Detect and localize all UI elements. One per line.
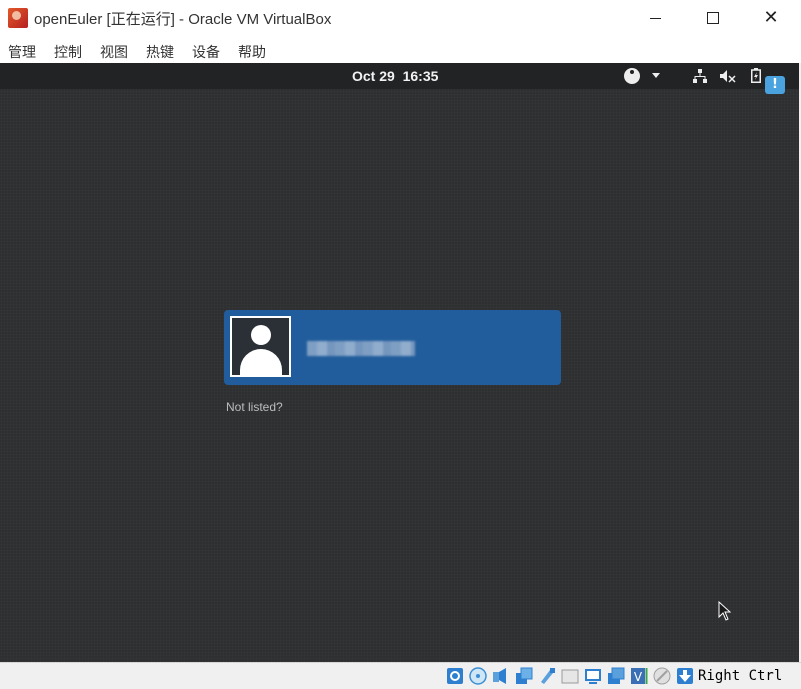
keyboard-capture-icon[interactable]	[676, 667, 694, 685]
virtualbox-icon	[8, 8, 28, 28]
shared-folder-icon[interactable]	[561, 667, 579, 685]
menu-hotkeys[interactable]: 热键	[146, 42, 174, 62]
battery-icon[interactable]	[751, 68, 761, 83]
mouse-pointer-icon	[718, 601, 731, 621]
network-icon[interactable]	[693, 69, 707, 83]
not-listed-link[interactable]: Not listed?	[226, 400, 283, 414]
close-icon: ✕	[763, 7, 779, 28]
maximize-icon	[707, 12, 719, 24]
status-bar: V Right Ctrl	[0, 662, 801, 689]
window-title-bar: openEuler [正在运行] - Oracle VM VirtualBox …	[0, 0, 801, 36]
accessibility-icon[interactable]	[624, 68, 640, 84]
host-key-label[interactable]: Right Ctrl	[698, 668, 782, 684]
gnome-top-bar: Oct 29 16:35	[0, 63, 799, 89]
video-capture-icon[interactable]	[607, 667, 625, 685]
maximize-button[interactable]	[684, 0, 742, 36]
minimize-icon	[649, 17, 661, 19]
optical-disk-icon[interactable]	[469, 667, 487, 685]
volume-muted-icon[interactable]	[720, 69, 736, 83]
guest-screen[interactable]: Oct 29 16:35 ! Not listed?	[0, 63, 799, 662]
user-avatar-icon	[230, 316, 291, 377]
display-icon[interactable]	[584, 667, 602, 685]
date-time-display[interactable]: Oct 29 16:35	[352, 68, 438, 84]
close-button[interactable]: ✕	[742, 0, 800, 36]
menu-help[interactable]: 帮助	[238, 42, 266, 62]
menu-control[interactable]: 控制	[54, 42, 82, 62]
avatar-head	[251, 325, 271, 345]
menu-devices[interactable]: 设备	[192, 42, 220, 62]
virtualization-icon[interactable]: V	[630, 667, 648, 685]
hard-disk-icon[interactable]	[446, 667, 464, 685]
minimize-button[interactable]	[626, 0, 684, 36]
chevron-down-icon[interactable]	[652, 73, 660, 78]
mouse-integration-icon[interactable]	[653, 667, 671, 685]
menu-bar: 管理 控制 视图 热键 设备 帮助	[0, 36, 801, 63]
user-list-item[interactable]	[224, 310, 561, 385]
menu-machine[interactable]: 管理	[8, 42, 36, 62]
menu-view[interactable]: 视图	[100, 42, 128, 62]
svg-text:V: V	[634, 670, 643, 684]
window-title: openEuler [正在运行] - Oracle VM VirtualBox	[34, 11, 332, 28]
avatar-body	[240, 349, 282, 375]
audio-icon[interactable]	[492, 667, 510, 685]
usb-icon[interactable]	[538, 667, 556, 685]
network-adapter-icon[interactable]	[515, 667, 533, 685]
notification-badge[interactable]: !	[765, 76, 785, 94]
user-name-blurred	[307, 341, 415, 356]
